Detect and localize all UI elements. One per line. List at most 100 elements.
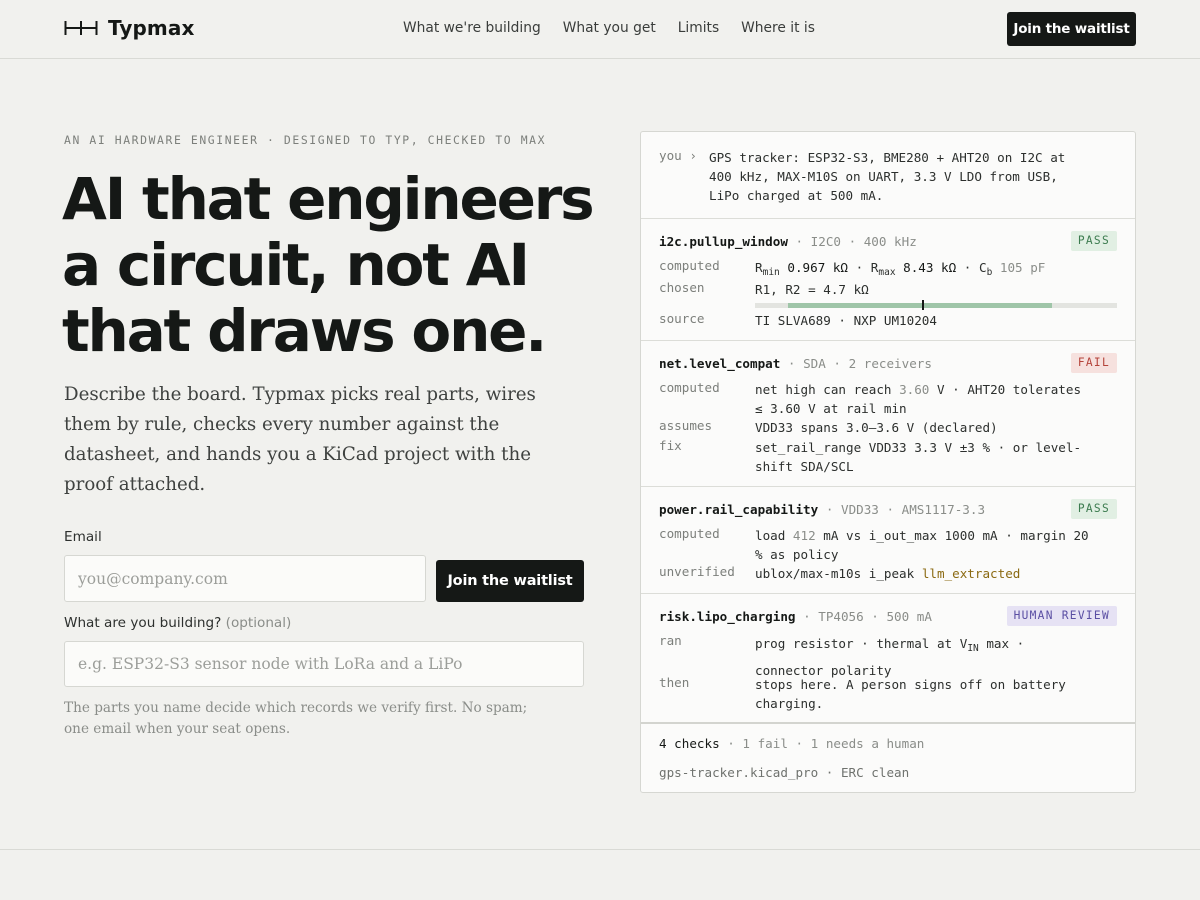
divider xyxy=(641,218,1135,219)
row-value: VDD33 spans 3.0–3.6 V (declared) xyxy=(755,418,998,437)
fine-print: The parts you name decide which records … xyxy=(64,698,528,740)
footer-divider xyxy=(0,849,1200,850)
hero-headline: AI that engineers a circuit, not AI that… xyxy=(62,166,595,365)
value-text: mA vs i_out_max 1000 mA · margin 20 xyxy=(815,528,1089,543)
pullup-window-track xyxy=(755,300,1117,310)
nav-join-waitlist-button[interactable]: Join the waitlist xyxy=(1007,12,1136,46)
row-key: computed xyxy=(659,258,720,273)
email-label: Email xyxy=(64,529,102,545)
row-value: net high can reach 3.60 V · AHT20 tolera… xyxy=(755,380,1081,418)
check-name: power.rail_capability xyxy=(659,502,819,517)
building-label: What are you building? (optional) xyxy=(64,615,291,631)
row-value: TI SLVA689 · NXP UM10204 xyxy=(755,311,937,330)
row-key: computed xyxy=(659,380,720,395)
value-line: % as policy xyxy=(755,547,839,562)
row-key: then xyxy=(659,675,690,690)
chosen-value: R1, R2 = 4.7 kΩ xyxy=(755,282,869,297)
hero-lede: Describe the board. Typmax picks real pa… xyxy=(64,380,536,500)
row-key: assumes xyxy=(659,418,713,433)
top-nav: Typmax What we're building What you get … xyxy=(0,0,1200,59)
check-summary: 4 checks · 1 fail · 1 needs a human xyxy=(659,736,924,751)
check-name: i2c.pullup_window xyxy=(659,234,788,249)
rmin-value: 0.967 kΩ xyxy=(787,260,849,275)
lede-line: Describe the board. Typmax picks real pa… xyxy=(64,384,536,405)
status-badge: PASS xyxy=(1070,499,1117,519)
value-line: shift SDA/SCL xyxy=(755,459,854,474)
nav-links: What we're building What you get Limits … xyxy=(403,20,837,36)
check-header: risk.lipo_charging · TP4056 · 500 mA xyxy=(659,609,932,624)
row-value: stops here. A person signs off on batter… xyxy=(755,675,1066,713)
divider xyxy=(641,486,1135,487)
value-text: V · AHT20 tolerates xyxy=(929,382,1082,397)
value-text: ublox/max-m10s i_peak xyxy=(755,566,922,581)
divider xyxy=(641,593,1135,594)
value-text: load xyxy=(755,528,793,543)
check-meta: · TP4056 · 500 mA xyxy=(795,609,932,624)
check-i2c-pullup[interactable]: i2c.pullup_window · I2C0 · 400 kHz PASS … xyxy=(659,231,1117,334)
provenance-tag: llm_extracted xyxy=(921,566,1021,581)
value-line: charging. xyxy=(755,696,824,711)
pullup-window-fill xyxy=(787,303,1052,308)
cb-value: 105 pF xyxy=(999,260,1046,275)
status-badge: FAIL xyxy=(1070,353,1117,373)
value-line: VDD33 spans 3.0–3.6 V (declared) xyxy=(755,420,998,435)
nav-link-building[interactable]: What we're building xyxy=(403,20,541,36)
lede-line: datasheet, and hands you a KiCad project… xyxy=(64,444,531,465)
user-prompt: you › GPS tracker: ESP32-S3, BME280 + AH… xyxy=(659,148,1125,218)
building-label-text: What are you building? xyxy=(64,615,222,631)
prompt-speaker: you › xyxy=(659,148,697,163)
row-key: fix xyxy=(659,438,682,453)
email-input[interactable] xyxy=(64,555,426,602)
status-badge: PASS xyxy=(1070,231,1117,251)
value-text: net high can reach xyxy=(755,382,900,397)
check-level-compat[interactable]: net.level_compat · SDA · 2 receivers FAI… xyxy=(659,353,1117,481)
join-waitlist-button[interactable]: Join the waitlist xyxy=(436,560,584,602)
row-key: ran xyxy=(659,633,682,648)
check-header: i2c.pullup_window · I2C0 · 400 kHz xyxy=(659,234,917,249)
nav-link-limits[interactable]: Limits xyxy=(678,20,719,36)
summary-detail: · 1 fail · 1 needs a human xyxy=(719,736,925,751)
divider xyxy=(641,340,1135,341)
row-key: unverified xyxy=(659,564,735,579)
check-rail-capability[interactable]: power.rail_capability · VDD33 · AMS1117-… xyxy=(659,499,1117,587)
check-meta: · SDA · 2 receivers xyxy=(780,356,932,371)
nav-link-get[interactable]: What you get xyxy=(563,20,656,36)
row-key: chosen xyxy=(659,280,705,295)
source-value: TI SLVA689 · NXP UM10204 xyxy=(755,313,937,328)
value-text: max · xyxy=(978,636,1025,651)
value-number: 3.60 xyxy=(899,382,930,397)
pullup-chosen-marker xyxy=(921,300,924,310)
row-value: load 412 mA vs i_out_max 1000 mA · margi… xyxy=(755,526,1089,564)
row-value: set_rail_range VDD33 3.3 V ±3 % · or lev… xyxy=(755,438,1081,476)
hero-eyebrow: AN AI HARDWARE ENGINEER · DESIGNED TO TY… xyxy=(64,133,547,147)
row-key: computed xyxy=(659,526,720,541)
check-meta: · I2C0 · 400 kHz xyxy=(787,234,917,249)
logo-icon xyxy=(64,21,98,35)
value-line: set_rail_range VDD33 3.3 V ±3 % · or lev… xyxy=(755,440,1082,455)
brand-name: Typmax xyxy=(108,16,195,40)
fine-print-line: The parts you name decide which records … xyxy=(64,700,528,716)
check-meta: · VDD33 · AMS1117-3.3 xyxy=(818,502,986,517)
check-name: net.level_compat xyxy=(659,356,781,371)
check-lipo-charging[interactable]: risk.lipo_charging · TP4056 · 500 mA HUM… xyxy=(659,606,1117,719)
artifact-line[interactable]: gps-tracker.kicad_pro · ERC clean xyxy=(659,765,909,780)
status-badge: HUMAN REVIEW xyxy=(1006,606,1117,626)
prompt-line: GPS tracker: ESP32-S3, BME280 + AHT20 on… xyxy=(709,150,1066,165)
value-number: 412 xyxy=(792,528,816,543)
summary-count: 4 checks xyxy=(659,736,720,751)
lede-line: proof attached. xyxy=(64,474,206,495)
value-line: stops here. A person signs off on batter… xyxy=(755,677,1066,692)
building-input[interactable] xyxy=(64,641,584,687)
row-key: source xyxy=(659,311,705,326)
check-header: power.rail_capability · VDD33 · AMS1117-… xyxy=(659,502,985,517)
headline-line: that draws one. xyxy=(62,297,547,365)
prompt-text: GPS tracker: ESP32-S3, BME280 + AHT20 on… xyxy=(709,148,1065,205)
prompt-line: LiPo charged at 500 mA. xyxy=(709,188,884,203)
value-text: prog resistor · thermal at V xyxy=(755,636,968,651)
nav-link-where[interactable]: Where it is xyxy=(741,20,815,36)
brand[interactable]: Typmax xyxy=(64,16,194,40)
row-value: ublox/max-m10s i_peak llm_extracted xyxy=(755,564,1020,583)
check-panel: you › GPS tracker: ESP32-S3, BME280 + AH… xyxy=(640,131,1136,793)
value-line: ≤ 3.60 V at rail min xyxy=(755,401,907,416)
check-name: risk.lipo_charging xyxy=(659,609,796,624)
